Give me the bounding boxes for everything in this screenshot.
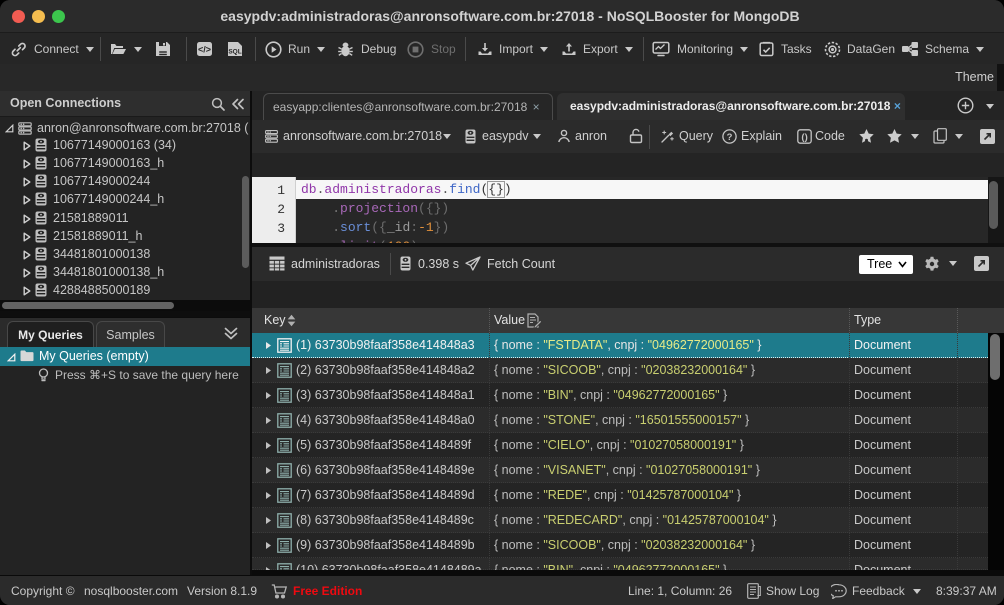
svg-text:?: ? xyxy=(727,132,733,143)
svg-text:(): () xyxy=(801,132,807,143)
svg-text:</>: </> xyxy=(198,45,211,55)
svg-text:SQL: SQL xyxy=(228,49,241,56)
